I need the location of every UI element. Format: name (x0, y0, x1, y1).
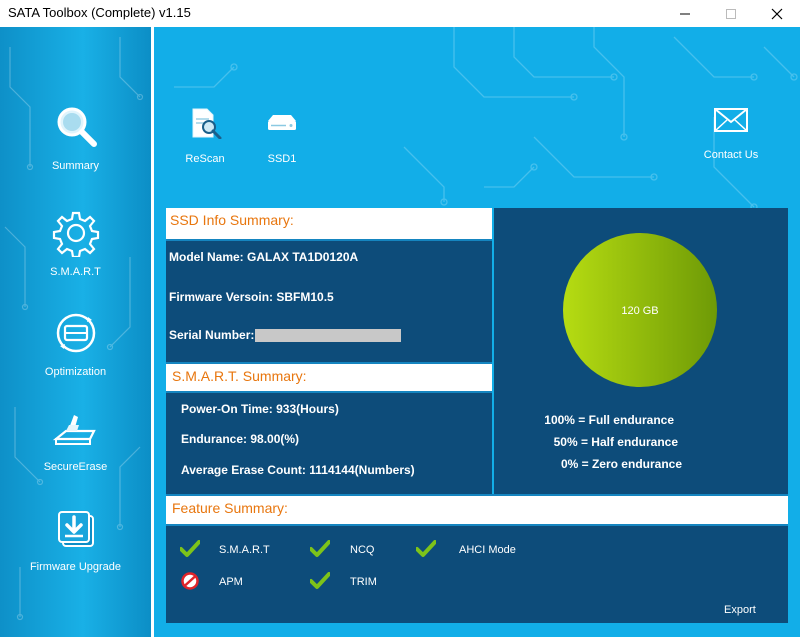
serial-number-label: Serial Number: (169, 328, 255, 342)
minimize-button[interactable] (662, 0, 708, 27)
ssd1-label: SSD1 (267, 153, 297, 165)
sidebar-item-optimization[interactable]: Optimization (0, 309, 151, 399)
close-button[interactable] (754, 0, 800, 27)
feature-smart: S.M.A.R.T (219, 544, 270, 556)
feature-summary-heading: Feature Summary: (172, 500, 288, 516)
maximize-icon (726, 8, 736, 19)
serial-number-row: Serial Number: (169, 328, 402, 343)
sidebar-item-label: Optimization (44, 366, 107, 378)
model-name-text: Model Name: GALAX TA1D0120A (169, 250, 359, 264)
not-supported-icon (181, 572, 199, 590)
capacity-label: 120 GB (621, 305, 658, 317)
title-bar: SATA Toolbox (Complete) v1.15 (0, 0, 800, 27)
rescan-document-icon (192, 108, 222, 139)
rescan-label: ReScan (185, 153, 225, 165)
optimization-icon (56, 313, 95, 353)
legend-full: 100% = Full endurance (544, 413, 674, 427)
legend-half: 50% = Half endurance (553, 435, 678, 449)
smart-summary-heading: S.M.A.R.T. Summary: (172, 368, 307, 384)
ssd-info-panel: Model Name: GALAX TA1D0120A Firmware Ver… (166, 241, 492, 362)
sidebar: Summary S.M.A.R.T Optimization SecureEra… (0, 27, 151, 637)
power-on-time-text: Power-On Time: 933(Hours) (181, 402, 339, 416)
feature-summary-header: Feature Summary: (166, 494, 788, 526)
ssd1-button[interactable]: SSD1 (260, 107, 304, 165)
ssd-drive-icon (268, 115, 296, 130)
sidebar-item-summary[interactable]: Summary (0, 102, 151, 192)
export-button[interactable]: Export (724, 604, 756, 616)
close-icon (771, 8, 783, 19)
envelope-icon (714, 108, 748, 132)
legend-zero: 0% = Zero endurance (560, 457, 682, 471)
check-icon (310, 572, 330, 589)
sidebar-item-secureerase[interactable]: SecureErase (0, 407, 151, 497)
ssd-info-heading: SSD Info Summary: (170, 212, 294, 228)
sidebar-item-label: Summary (51, 160, 100, 172)
smart-summary-header: S.M.A.R.T. Summary: (166, 362, 492, 393)
window-title: SATA Toolbox (Complete) v1.15 (8, 5, 191, 20)
feature-ncq: NCQ (350, 544, 375, 556)
endurance-disk: 120 GB (563, 233, 717, 387)
serial-number-redacted (255, 329, 402, 343)
ssd-info-header: SSD Info Summary: (166, 208, 492, 241)
firmware-download-icon (57, 511, 94, 547)
rescan-button[interactable]: ReScan (180, 107, 230, 165)
endurance-text: Endurance: 98.00(%) (181, 432, 300, 446)
gear-icon (52, 211, 99, 257)
minimize-icon (680, 13, 690, 14)
magnifier-icon (57, 107, 97, 147)
feature-ahci-mode: AHCI Mode (459, 544, 516, 556)
firmware-version-text: Firmware Versoin: SBFM10.5 (169, 290, 334, 304)
feature-trim: TRIM (350, 576, 377, 588)
check-icon (416, 540, 436, 557)
contact-us-label: Contact Us (703, 149, 759, 161)
maximize-button[interactable] (708, 0, 754, 27)
check-icon (310, 540, 330, 557)
feature-apm: APM (219, 576, 243, 588)
feature-summary-panel: S.M.A.R.T NCQ AHCI Mode APM TRIM Export (166, 526, 788, 623)
sidebar-item-label: S.M.A.R.T (50, 266, 101, 278)
sidebar-item-label: Firmware Upgrade (29, 561, 122, 573)
check-icon (180, 540, 200, 557)
contact-us-button[interactable]: Contact Us (700, 107, 762, 161)
main-area: ReScan SSD1 Contact Us SSD Info Summary:… (154, 27, 800, 637)
erase-count-text: Average Erase Count: 1114144(Numbers) (181, 463, 415, 477)
endurance-panel: 120 GB 100% = Full endurance 50% = Half … (494, 208, 788, 494)
erase-icon (52, 415, 96, 445)
smart-summary-panel: Power-On Time: 933(Hours) Endurance: 98.… (166, 393, 492, 494)
sidebar-item-smart[interactable]: S.M.A.R.T (0, 209, 151, 299)
sidebar-item-label: SecureErase (43, 461, 108, 473)
sidebar-item-firmware-upgrade[interactable]: Firmware Upgrade (0, 507, 151, 597)
